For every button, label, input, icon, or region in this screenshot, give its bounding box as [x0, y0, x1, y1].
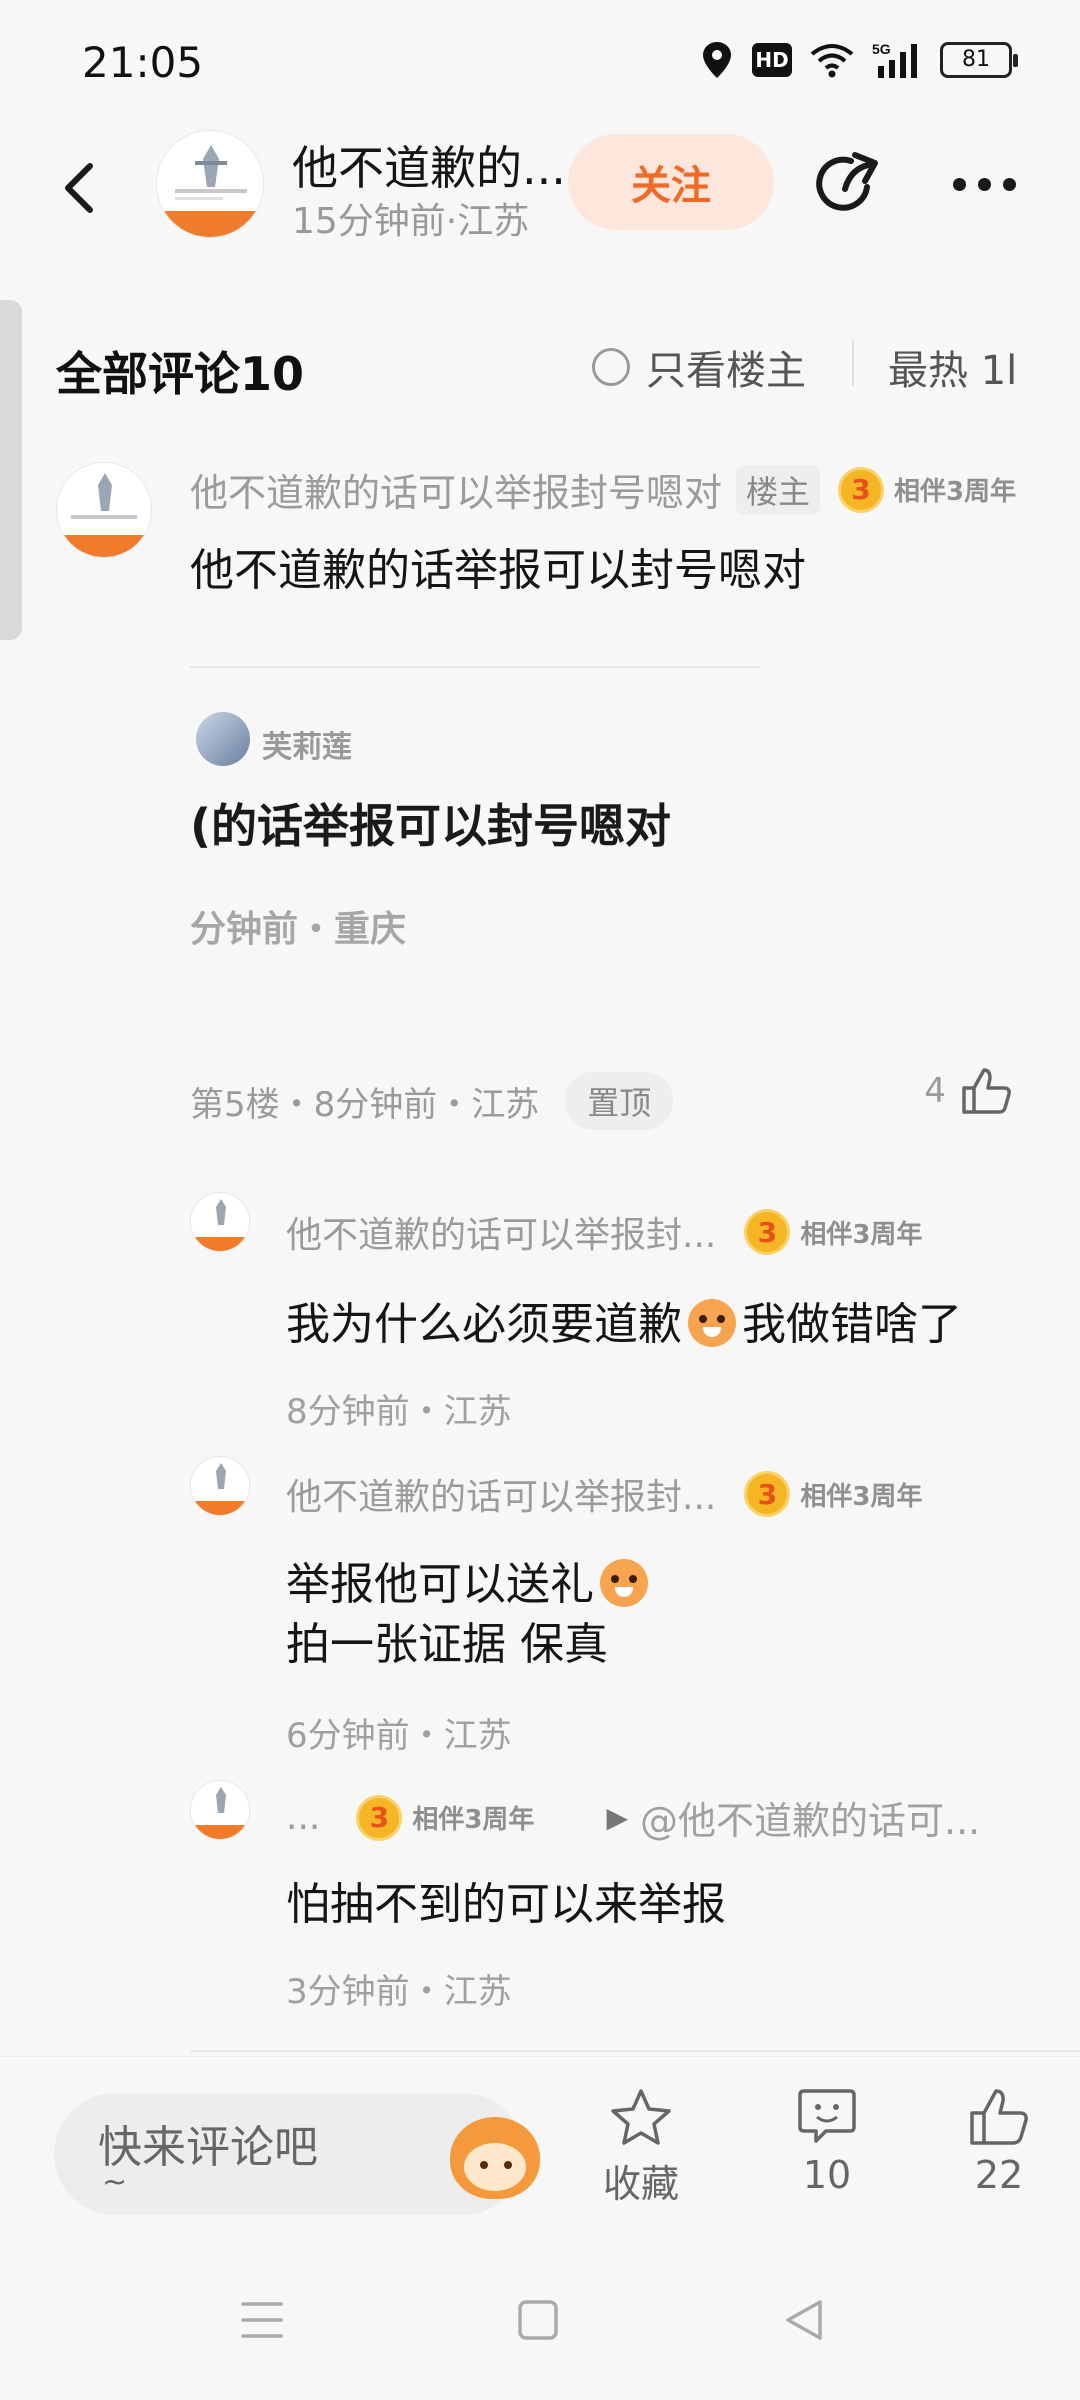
- level-badge-icon: 3: [356, 1794, 403, 1841]
- share-button[interactable]: [812, 146, 888, 222]
- reply-arrow-icon: ▶: [606, 1801, 628, 1834]
- quote-meta: 分钟前・重庆: [190, 909, 407, 950]
- radio-icon[interactable]: [592, 348, 630, 386]
- mascot-emoji-icon[interactable]: [450, 2117, 540, 2199]
- chevron-left-icon: [65, 163, 93, 213]
- reply-avatar[interactable]: [190, 1192, 250, 1252]
- menu-icon: [241, 2302, 283, 2338]
- reply-text[interactable]: 怕抽不到的可以来举报: [286, 1868, 726, 1932]
- laughing-emoji-icon: [600, 1559, 648, 1607]
- comment-author[interactable]: 他不道歉的话可以举报封号嗯对: [190, 462, 722, 517]
- status-bar: 21:05 HD 5G 81: [0, 0, 1080, 120]
- op-tag: 楼主: [736, 464, 821, 515]
- reply-to-user[interactable]: @他不道歉的话可...: [640, 1790, 980, 1845]
- battery-icon: 81: [940, 42, 1018, 78]
- floor-meta: 第5楼・8分钟前・江苏 置顶: [190, 1072, 674, 1130]
- reply-text-part: 我为什么必须要道歉: [286, 1299, 682, 1350]
- more-button[interactable]: [944, 156, 1024, 212]
- share-icon: [816, 152, 878, 211]
- quote-author: 芙莉莲: [262, 730, 352, 765]
- comments-title: 全部评论10: [56, 347, 305, 401]
- reply-meta: 6分钟前・江苏: [286, 1716, 512, 1756]
- square-icon: [518, 2300, 558, 2340]
- like-count: 22: [974, 2153, 1024, 2197]
- reply-text[interactable]: 举报他可以送礼: [286, 1548, 654, 1612]
- quote-divider: [190, 666, 760, 668]
- comment-input[interactable]: 快来评论吧 ~: [54, 2093, 540, 2215]
- reply-text[interactable]: 我为什么必须要道歉 我做错啥了: [286, 1288, 962, 1352]
- favorite-button[interactable]: 收藏: [586, 2087, 696, 2208]
- reply-author-line: 他不道歉的话可以举报封... 3 相伴3周年: [286, 1468, 922, 1520]
- reply-author[interactable]: ...: [286, 1797, 320, 1838]
- comment-avatar[interactable]: [56, 462, 152, 558]
- reply-text-line: 举报他可以送礼: [286, 1559, 594, 1610]
- follow-button[interactable]: 关注: [568, 134, 774, 230]
- location-icon: [700, 40, 734, 80]
- sort-selector[interactable]: 最热 1l: [888, 338, 1017, 396]
- comment-like-button[interactable]: 4: [924, 1066, 1014, 1116]
- divider: [852, 340, 854, 386]
- reply-text-line2[interactable]: 拍一张证据 保真: [286, 1608, 608, 1672]
- comment-like-count: 4: [924, 1071, 946, 1111]
- comment-icon: [798, 2089, 856, 2143]
- pin-tag: 置顶: [565, 1072, 674, 1130]
- level-badge-icon: 3: [838, 466, 885, 513]
- floor-info: 第5楼・8分钟前・江苏: [190, 1084, 540, 1125]
- system-nav-bar: [0, 2236, 1080, 2400]
- reply-text-part: 我做错啥了: [742, 1299, 962, 1350]
- only-op-toggle[interactable]: 只看楼主: [592, 338, 806, 396]
- only-op-label: 只看楼主: [646, 348, 806, 394]
- reply-meta: 8分钟前・江苏: [286, 1392, 512, 1432]
- divider: [190, 2050, 1080, 2052]
- comment-count: 10: [802, 2153, 852, 2197]
- comments-bar: 全部评论10 只看楼主 最热 1l: [0, 320, 1080, 410]
- more-icon: [952, 177, 966, 191]
- reply-avatar[interactable]: [190, 1780, 250, 1840]
- favorite-label: 收藏: [602, 2162, 679, 2206]
- like-button[interactable]: 22: [944, 2087, 1054, 2197]
- comment-input-placeholder: 快来评论吧: [98, 2122, 318, 2173]
- author-avatar[interactable]: [156, 130, 264, 238]
- reply-meta: 3分钟前・江苏: [286, 1972, 512, 2012]
- wifi-icon: [810, 42, 854, 78]
- back-button[interactable]: [52, 160, 108, 216]
- anniversary-badge: 相伴3周年: [894, 477, 1017, 507]
- reply-author[interactable]: 他不道歉的话可以举报封...: [286, 1206, 716, 1258]
- reply-avatar[interactable]: [190, 1456, 250, 1516]
- comments-button[interactable]: 10: [772, 2087, 882, 2197]
- bottom-action-bar: 快来评论吧 ~ 收藏 10 22: [0, 2056, 1080, 2236]
- level-badge-icon: 3: [744, 1471, 791, 1517]
- level-badge-icon: 3: [744, 1209, 791, 1255]
- status-time: 21:05: [82, 38, 204, 87]
- post-header: 他不道歉的... 15分钟前·江苏 关注: [0, 120, 1080, 260]
- post-meta: 15分钟前·江苏: [292, 201, 530, 242]
- star-icon: [611, 2089, 671, 2145]
- crying-emoji-icon: [688, 1299, 736, 1347]
- triangle-back-icon: [786, 2300, 822, 2340]
- reply-author[interactable]: 他不道歉的话可以举报封...: [286, 1468, 716, 1520]
- svg-text:5G: 5G: [872, 41, 891, 57]
- comment-author-line: 他不道歉的话可以举报封号嗯对 楼主 3 相伴3周年: [190, 462, 1016, 517]
- anniversary-badge: 相伴3周年: [412, 1805, 535, 1835]
- anniversary-badge: 相伴3周年: [800, 1481, 923, 1512]
- hd-icon: HD: [752, 43, 792, 77]
- thumbs-up-icon: [962, 1068, 1011, 1114]
- quote-text: (的话举报可以封号嗯对: [190, 799, 672, 853]
- reply-author-line: 他不道歉的话可以举报封... 3 相伴3周年: [286, 1206, 922, 1258]
- anniversary-badge: 相伴3周年: [800, 1219, 923, 1250]
- recents-button[interactable]: [232, 2290, 292, 2350]
- back-nav-button[interactable]: [774, 2290, 834, 2350]
- status-icons: HD 5G 81: [700, 40, 1018, 80]
- post-title: 他不道歉的...: [292, 141, 562, 195]
- reply-author-line: ... 3 相伴3周年 ▶ @他不道歉的话可...: [286, 1790, 980, 1845]
- comment-input-tilde: ~: [102, 2165, 128, 2200]
- comment-text[interactable]: 他不道歉的话举报可以封号嗯对: [190, 534, 806, 598]
- thumbs-up-icon: [970, 2089, 1028, 2145]
- home-button[interactable]: [508, 2290, 568, 2350]
- quote-avatar: [196, 712, 250, 766]
- signal-icon: 5G: [872, 40, 922, 80]
